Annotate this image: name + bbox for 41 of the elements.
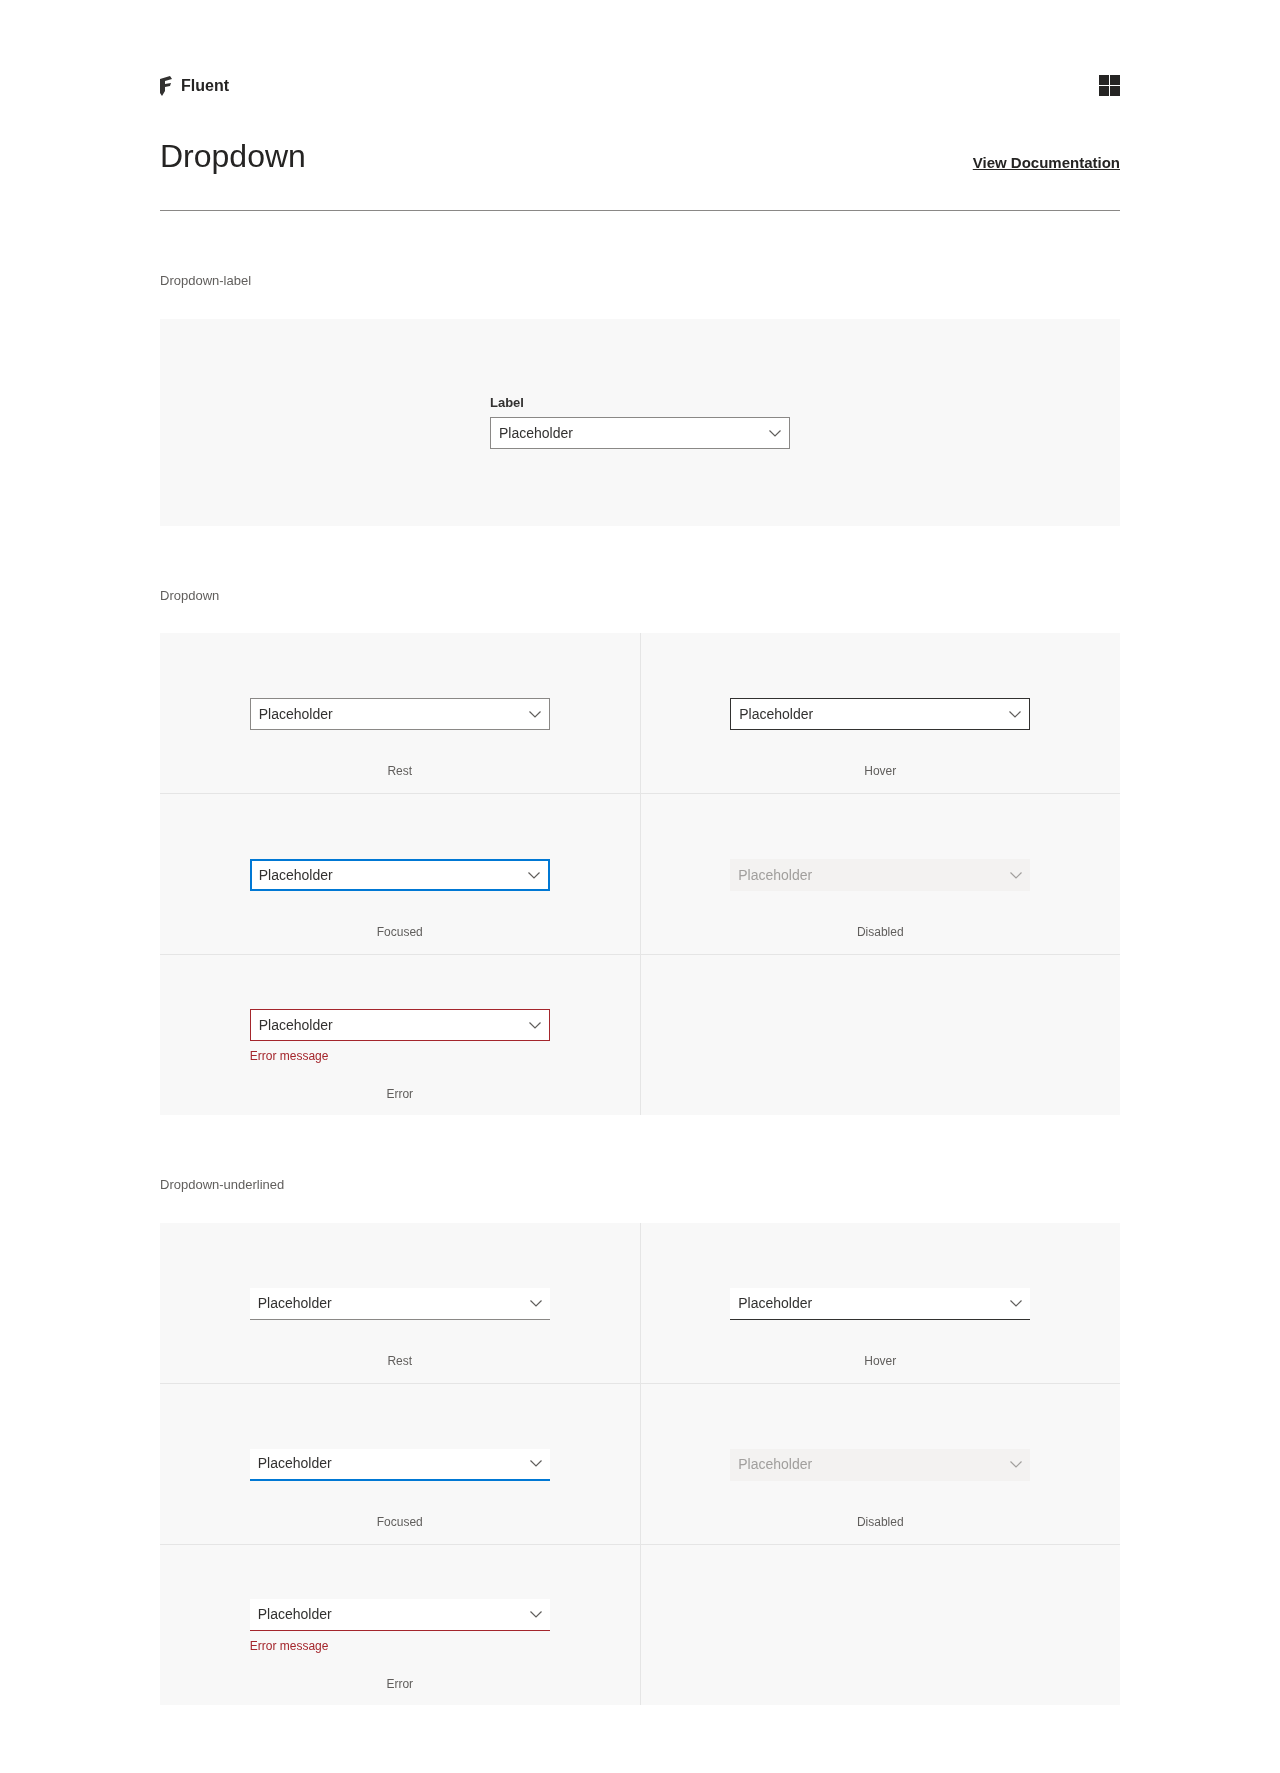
- chevron-down-icon: [769, 429, 781, 437]
- state-caption: Disabled: [856, 1513, 904, 1531]
- dropdown[interactable]: Placeholder: [730, 1287, 1031, 1320]
- chevron-down-icon: [527, 871, 540, 879]
- chevron-down-icon: [529, 1299, 542, 1307]
- chevron-down-icon: [1009, 710, 1022, 718]
- view-documentation-link[interactable]: View Documentation: [972, 151, 1120, 174]
- chevron-down-icon: [1010, 1299, 1023, 1307]
- chevron-down-icon: [1010, 1461, 1023, 1468]
- grid-icon[interactable]: [1099, 75, 1120, 96]
- chevron-down-icon: [528, 1021, 541, 1029]
- state-caption: Error: [386, 1086, 414, 1103]
- dropdown[interactable]: Placeholder: [249, 698, 550, 730]
- error-message: Error message: [249, 1637, 330, 1655]
- dropdown[interactable]: Placeholder: [249, 1009, 550, 1041]
- section-title: Dropdown-label: [160, 272, 253, 290]
- section-title: Dropdown: [160, 586, 221, 605]
- dropdown[interactable]: Placeholder: [490, 417, 790, 450]
- field-label: Label: [490, 393, 525, 412]
- state-caption: Rest: [387, 1352, 413, 1370]
- state-caption: Hover: [864, 1352, 897, 1370]
- chevron-down-icon: [1010, 871, 1023, 879]
- dropdown[interactable]: Placeholder: [249, 1598, 550, 1631]
- error-message: Error message: [249, 1048, 330, 1065]
- dropdown[interactable]: Placeholder: [249, 859, 550, 891]
- state-caption: Focused: [376, 924, 423, 941]
- section-title: Dropdown-underlined: [160, 1176, 286, 1194]
- chevron-down-icon: [528, 710, 541, 718]
- chevron-down-icon: [529, 1460, 542, 1467]
- page-title: Dropdown: [160, 137, 306, 176]
- state-caption: Focused: [376, 1513, 423, 1531]
- chevron-down-icon: [529, 1610, 542, 1618]
- brand-name: Fluent: [181, 75, 229, 96]
- dropdown[interactable]: Placeholder: [249, 1448, 550, 1481]
- dropdown[interactable]: Placeholder: [249, 1287, 550, 1320]
- state-caption: Rest: [387, 763, 413, 780]
- state-caption: Hover: [864, 763, 897, 780]
- state-caption: Disabled: [856, 924, 904, 941]
- logo-icon: [160, 75, 173, 96]
- dropdown[interactable]: Placeholder: [730, 698, 1031, 730]
- state-caption: Error: [386, 1675, 414, 1693]
